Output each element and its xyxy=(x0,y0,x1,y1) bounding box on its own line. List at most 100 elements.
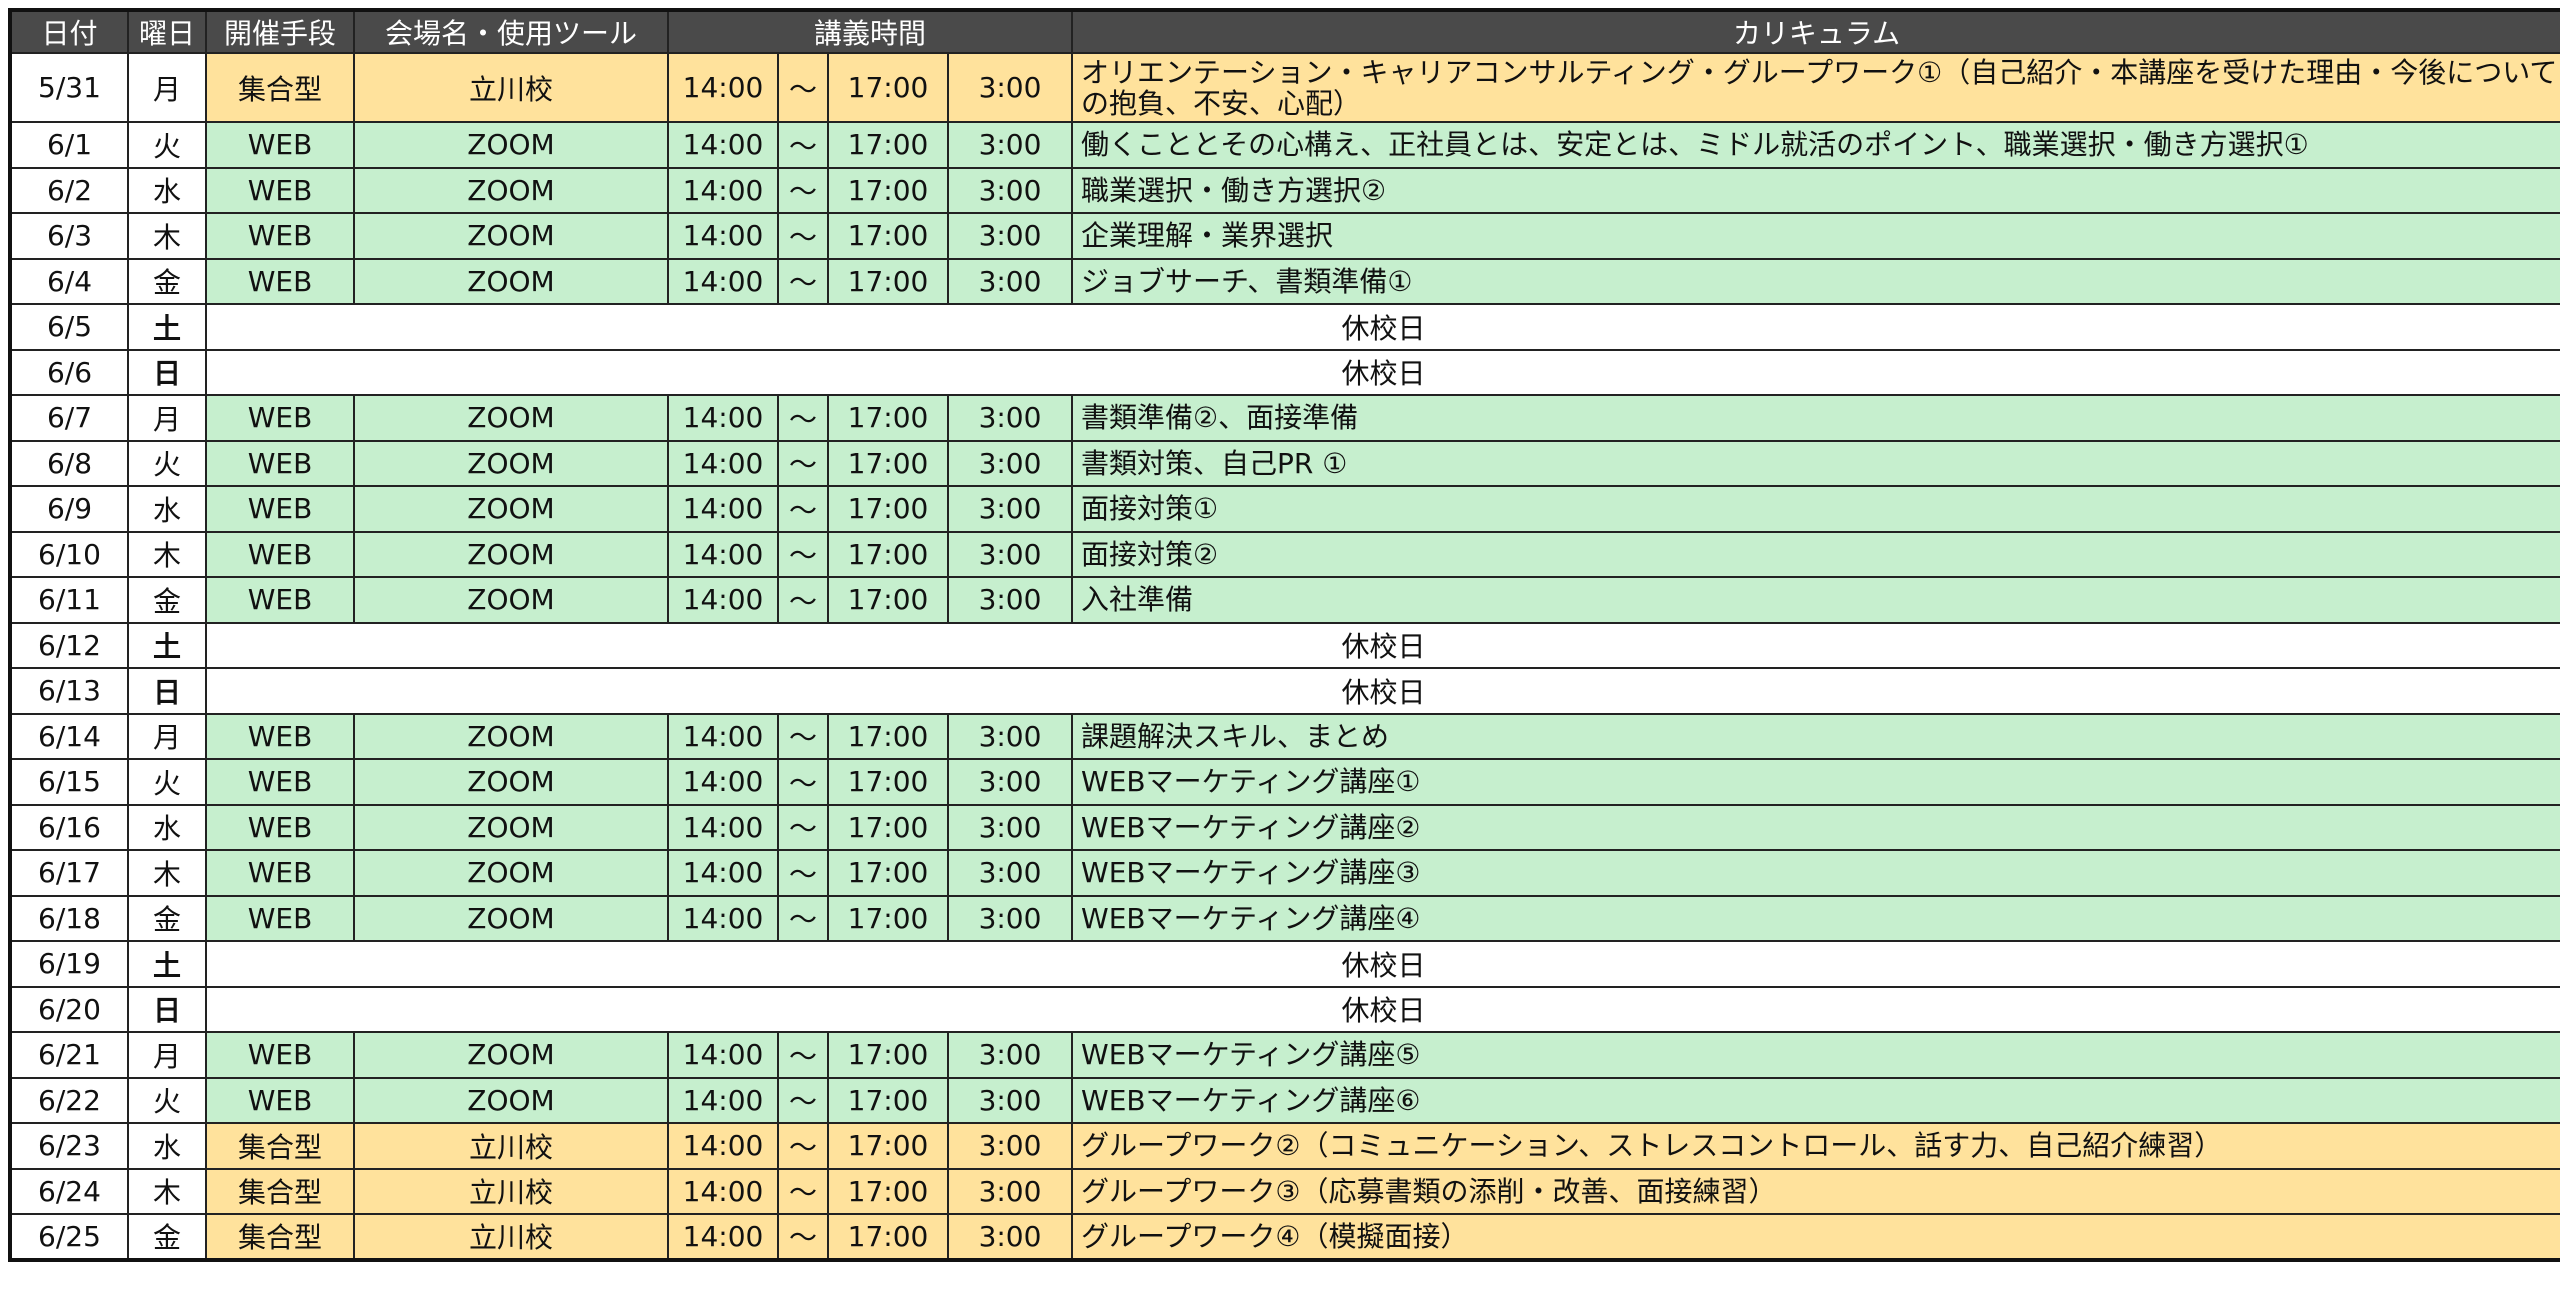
mode-cell: WEB xyxy=(205,212,355,260)
start-time-cell: 14:00 xyxy=(667,712,779,760)
date-cell: 6/14 xyxy=(9,712,129,760)
end-time-cell: 17:00 xyxy=(827,1031,949,1079)
table-row: 6/12 土休校日 xyxy=(9,621,2560,669)
end-time-cell: 17:00 xyxy=(827,439,949,487)
weekday-cell: 火 xyxy=(127,758,207,806)
venue-cell: ZOOM xyxy=(353,485,669,533)
start-time-cell: 14:00 xyxy=(667,166,779,214)
start-time-cell: 14:00 xyxy=(667,121,779,169)
duration-cell: 3:00 xyxy=(946,485,1074,533)
venue-cell: ZOOM xyxy=(353,758,669,806)
tilde-cell: ～ xyxy=(777,121,829,169)
venue-cell: ZOOM xyxy=(353,849,669,897)
mode-cell: 集合型 xyxy=(205,52,355,123)
duration-cell: 3:00 xyxy=(946,1122,1074,1170)
date-cell: 6/20 xyxy=(9,985,129,1033)
date-cell: 6/5 xyxy=(9,303,129,351)
mode-cell: WEB xyxy=(205,758,355,806)
table-row: 6/5 土休校日 xyxy=(9,303,2560,351)
start-time-cell: 14:00 xyxy=(667,803,779,851)
holiday-cell: 休校日 xyxy=(204,667,2560,715)
date-cell: 6/17 xyxy=(9,849,129,897)
end-time-cell: 17:00 xyxy=(827,576,949,624)
table-row: 6/6 日休校日 xyxy=(9,348,2560,396)
date-cell: 6/11 xyxy=(9,576,129,624)
venue-cell: ZOOM xyxy=(353,439,669,487)
venue-cell: 立川校 xyxy=(353,1122,669,1170)
weekday-cell: 火 xyxy=(127,121,207,169)
start-time-cell: 14:00 xyxy=(667,439,779,487)
duration-cell: 3:00 xyxy=(946,1076,1074,1124)
header-day: 曜日 xyxy=(127,9,207,54)
end-time-cell: 17:00 xyxy=(827,257,949,305)
start-time-cell: 14:00 xyxy=(667,1122,779,1170)
start-time-cell: 14:00 xyxy=(667,1031,779,1079)
venue-cell: ZOOM xyxy=(353,121,669,169)
curriculum-cell: WEBマーケティング講座① xyxy=(1071,758,2560,806)
end-time-cell: 17:00 xyxy=(827,1213,949,1261)
tilde-cell: ～ xyxy=(777,212,829,260)
curriculum-cell: 面接対策② xyxy=(1071,530,2560,578)
weekday-cell: 月 xyxy=(127,52,207,123)
duration-cell: 3:00 xyxy=(946,212,1074,260)
venue-cell: ZOOM xyxy=(353,803,669,851)
weekday-cell: 火 xyxy=(127,1076,207,1124)
table-row: 6/17 木 WEB ZOOM 14:00 ～ 17:00 3:00 WEBマーケティング講座③ xyxy=(9,849,2560,897)
header-time: 講義時間 xyxy=(666,9,1074,54)
mode-cell: WEB xyxy=(205,166,355,214)
weekday-cell: 木 xyxy=(127,849,207,897)
table-row: 6/2 水 WEB ZOOM 14:00 ～ 17:00 3:00 職業選択・働き方選択② xyxy=(9,166,2560,214)
date-cell: 6/19 xyxy=(9,940,129,988)
date-cell: 6/18 xyxy=(9,894,129,942)
holiday-cell: 休校日 xyxy=(204,303,2560,351)
table-row: 6/24 木集合型 立川校 14:00 ～ 17:00 3:00 グループワーク③（応募書類の… xyxy=(9,1167,2560,1215)
mode-cell: WEB xyxy=(205,1076,355,1124)
curriculum-cell: ジョブサーチ、書類準備① xyxy=(1071,257,2560,305)
end-time-cell: 17:00 xyxy=(827,121,949,169)
curriculum-cell: 働くこととその心構え、正社員とは、安定とは、ミドル就活のポイント、職業選択・働き… xyxy=(1071,121,2560,169)
date-cell: 6/12 xyxy=(9,621,129,669)
mode-cell: WEB xyxy=(205,803,355,851)
mode-cell: WEB xyxy=(205,894,355,942)
table-row: 6/3 木 WEB ZOOM 14:00 ～ 17:00 3:00 企業理解・業界選択 xyxy=(9,212,2560,260)
duration-cell: 3:00 xyxy=(946,530,1074,578)
date-cell: 6/25 xyxy=(9,1213,129,1261)
date-cell: 6/24 xyxy=(9,1167,129,1215)
table-row: 6/22 火 WEB ZOOM 14:00 ～ 17:00 3:00 WEBマーケティング講座⑥ xyxy=(9,1076,2560,1124)
table-row: 6/14 月 WEB ZOOM 14:00 ～ 17:00 3:00 課題解決スキル、まとめ xyxy=(9,712,2560,760)
duration-cell: 3:00 xyxy=(946,803,1074,851)
tilde-cell: ～ xyxy=(777,439,829,487)
mode-cell: WEB xyxy=(205,849,355,897)
curriculum-cell: 入社準備 xyxy=(1071,576,2560,624)
weekday-cell: 土 xyxy=(127,303,207,351)
tilde-cell: ～ xyxy=(777,1076,829,1124)
venue-cell: ZOOM xyxy=(353,712,669,760)
duration-cell: 3:00 xyxy=(946,439,1074,487)
table-row: 6/1 火 WEB ZOOM 14:00 ～ 17:00 3:00 働くこととその心構え、正社員… xyxy=(9,121,2560,169)
date-cell: 6/13 xyxy=(9,667,129,715)
venue-cell: ZOOM xyxy=(353,894,669,942)
curriculum-cell: WEBマーケティング講座⑥ xyxy=(1071,1076,2560,1124)
weekday-cell: 水 xyxy=(127,1122,207,1170)
end-time-cell: 17:00 xyxy=(827,1076,949,1124)
duration-cell: 3:00 xyxy=(946,758,1074,806)
duration-cell: 3:00 xyxy=(946,394,1074,442)
start-time-cell: 14:00 xyxy=(667,1213,779,1261)
date-cell: 5/31 xyxy=(9,52,129,123)
date-cell: 6/9 xyxy=(9,485,129,533)
start-time-cell: 14:00 xyxy=(667,257,779,305)
duration-cell: 3:00 xyxy=(946,1167,1074,1215)
table-row: 6/23 水集合型 立川校 14:00 ～ 17:00 3:00 グループワーク②（コミュニケ… xyxy=(9,1122,2560,1170)
table-row: 6/4 金 WEB ZOOM 14:00 ～ 17:00 3:00 ジョブサーチ、書類準備① xyxy=(9,257,2560,305)
end-time-cell: 17:00 xyxy=(827,530,949,578)
weekday-cell: 土 xyxy=(127,940,207,988)
end-time-cell: 17:00 xyxy=(827,849,949,897)
table-row: 6/10 木 WEB ZOOM 14:00 ～ 17:00 3:00 面接対策② xyxy=(9,530,2560,578)
tilde-cell: ～ xyxy=(777,1031,829,1079)
mode-cell: WEB xyxy=(205,394,355,442)
date-cell: 6/2 xyxy=(9,166,129,214)
curriculum-cell: グループワーク③（応募書類の添削・改善、面接練習） xyxy=(1071,1167,2560,1215)
table-row: 5/31 月集合型 立川校 14:00 ～ 17:00 3:00 オリエンテーション・キャリア… xyxy=(9,52,2560,123)
start-time-cell: 14:00 xyxy=(667,52,779,123)
venue-cell: 立川校 xyxy=(353,1213,669,1261)
